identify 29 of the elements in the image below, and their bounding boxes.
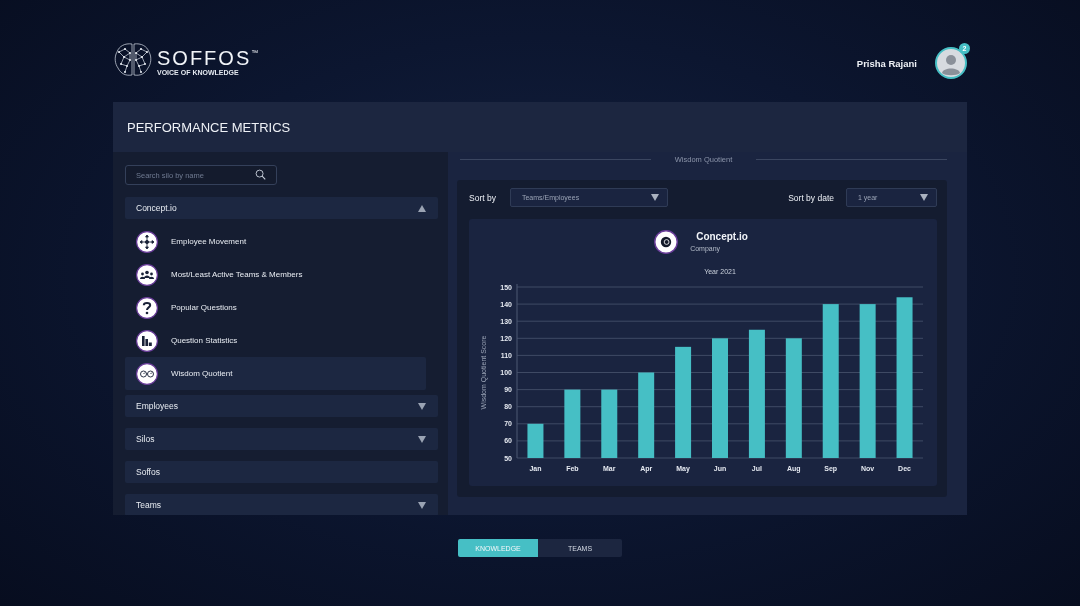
company-name: Concept.io <box>695 231 748 242</box>
brand-name: SOFFOS$^{™}$ <box>157 46 259 68</box>
move-arrows-icon <box>136 230 158 253</box>
accordion-header[interactable]: Concept.io <box>125 197 438 219</box>
menu-item[interactable]: Most/Least Active Teams & Members <box>125 258 426 291</box>
caret-down-icon <box>650 194 659 201</box>
user-name: Prisha Rajani <box>856 57 917 69</box>
menu-item[interactable]: Wisdom Quotient <box>125 357 426 390</box>
sort-label: Sort by date <box>788 192 834 203</box>
menu-item[interactable]: Popular Questions <box>125 291 426 324</box>
people-group-icon <box>136 263 158 286</box>
accordion-header[interactable]: Employees <box>125 395 438 417</box>
user-avatar-icon[interactable] <box>935 47 967 79</box>
twin-dials-icon <box>136 362 158 385</box>
accordion-header[interactable]: Teams <box>125 494 438 515</box>
menu-item[interactable]: Employee Movement <box>125 225 426 258</box>
panel-title: PERFORMANCE METRICS <box>113 102 967 152</box>
chart-bar <box>564 389 581 458</box>
chart-bar <box>527 423 544 458</box>
caret-down-icon <box>920 194 928 201</box>
menu-item[interactable]: Question Statistics <box>125 324 426 357</box>
question-mark-icon <box>136 296 158 319</box>
accordion-header[interactable]: Silos <box>125 428 438 450</box>
accordion-header[interactable]: Soffos <box>125 461 438 483</box>
sort-label: Sort by <box>469 192 496 203</box>
bar-chart-icon <box>136 329 158 352</box>
chart-bar <box>601 389 618 458</box>
search-icon <box>255 169 266 180</box>
company-logo-icon <box>654 230 679 254</box>
